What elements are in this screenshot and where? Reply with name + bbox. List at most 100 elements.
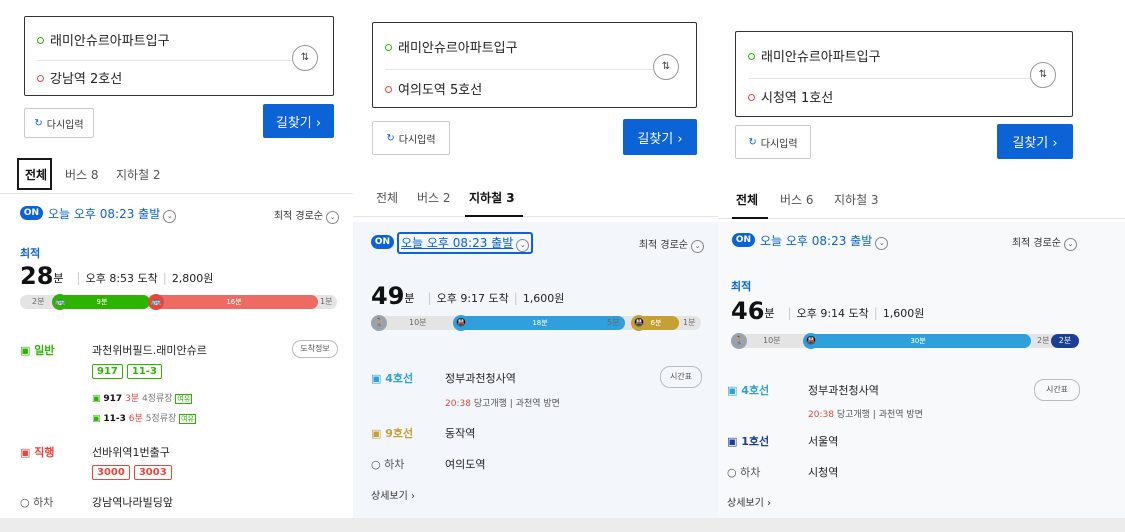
leg-stop: 과천위버필드.래미안슈르	[92, 344, 207, 357]
find-label: 길찾기 ›	[1012, 136, 1058, 151]
route-summary[interactable]: 46분 | 오후 9:14 도착 | 1,600원	[731, 297, 924, 325]
reset-button[interactable]: ↻ 다시입력	[372, 121, 450, 155]
leg-type: 일반	[34, 344, 55, 357]
get-off: ○ 하차	[727, 466, 761, 479]
route-number[interactable]: 917	[92, 364, 123, 379]
tab-all[interactable]: 전체	[736, 191, 758, 208]
leg-stop: 정부과천청사역	[445, 372, 516, 385]
route-summary[interactable]: 28분 | 오후 8:53 도착 | 2,800원	[20, 262, 213, 290]
tab-subway[interactable]: 지하철 2	[116, 166, 161, 183]
on-toggle[interactable]: ON	[20, 206, 43, 220]
dest-dot-icon	[385, 86, 392, 93]
tab-all[interactable]: 전체	[376, 189, 398, 206]
tab-bar: 전체 버스 6 지하철 3	[718, 179, 1125, 219]
bus-routes: 917 11-3	[92, 364, 162, 379]
reset-label: 다시입력	[760, 138, 798, 150]
swap-icon[interactable]: ⇅	[653, 54, 679, 80]
route-number[interactable]: 11-3	[126, 364, 162, 379]
detail-link[interactable]: 상세보기 ›	[727, 494, 771, 509]
chevron-down-icon: ⌄	[875, 237, 889, 250]
swap-icon[interactable]: ⇅	[1030, 62, 1056, 88]
arrival-time: 오후 9:14 도착	[796, 307, 869, 320]
dest-field[interactable]: 시청역 1호선	[748, 87, 833, 106]
on-toggle[interactable]: ON	[371, 235, 394, 249]
duration-unit: 분	[53, 272, 64, 285]
line-name: 4호선	[741, 384, 770, 397]
departure-time[interactable]: 오늘 오후 08:23 출발 ⌄	[397, 232, 534, 254]
train-arrival: 20:38 당고개행 | 과천역 방면	[445, 399, 560, 409]
sort-select[interactable]: 최적 경로순 ⌄	[1012, 234, 1077, 251]
bus-type-express: ▣ 직행	[20, 446, 55, 459]
segment-time: 30분	[910, 337, 926, 345]
bus-routes: 3000 3003	[92, 465, 172, 480]
options-row: ON 오늘 오후 08:23 출발 ⌄ 최적 경로순 ⌄	[718, 222, 1125, 262]
reset-button[interactable]: ↻ 다시입력	[735, 125, 811, 159]
tab-bus[interactable]: 버스 6	[780, 191, 814, 208]
reset-label: 다시입력	[398, 134, 436, 146]
tab-subway[interactable]: 지하철 3	[469, 189, 515, 206]
tab-bar: 전체 버스 8 지하철 2	[0, 154, 353, 194]
start-field[interactable]: 래미안슈르아파트입구	[748, 46, 881, 65]
refresh-icon: ↻	[386, 132, 395, 144]
walk-start-label: 2분	[32, 297, 45, 306]
find-label: 길찾기 ›	[275, 115, 322, 131]
on-toggle[interactable]: ON	[732, 233, 755, 247]
duration-minutes: 28	[20, 262, 54, 290]
leg-stop: 서울역	[808, 435, 839, 448]
subway-line-9: ▣ 9호선	[371, 427, 414, 440]
start-text: 래미안슈르아파트입구	[398, 41, 518, 56]
sort-text: 최적 경로순	[1011, 238, 1061, 249]
leg-stop: 정부과천청사역	[808, 384, 879, 397]
find-route-button[interactable]: 길찾기 ›	[623, 119, 697, 155]
dest-field[interactable]: 여의도역 5호선	[385, 79, 482, 98]
departure-text: 오늘 오후 08:23 출발	[401, 236, 514, 250]
chevron-down-icon: ⌄	[1064, 238, 1077, 251]
walk-label: 10분	[763, 336, 781, 345]
start-field[interactable]: 래미안슈르아파트입구	[385, 37, 518, 56]
tab-underline	[465, 215, 523, 217]
dest-dot-icon	[37, 75, 44, 82]
find-route-button[interactable]: 길찾기 ›	[263, 104, 334, 138]
sort-select[interactable]: 최적 경로순 ⌄	[274, 207, 339, 224]
bottom-shade	[0, 518, 1125, 532]
start-text: 래미안슈르아파트입구	[761, 50, 881, 65]
start-field[interactable]: 래미안슈르아파트입구	[37, 30, 170, 49]
bus-type-general: ▣ 일반	[20, 344, 55, 357]
route-panel-1: 래미안슈르아파트입구 강남역 2호선 ⇅ ↻ 다시입력 길찾기 › 전체 버스 8…	[0, 0, 353, 532]
arrival-info-button[interactable]: 도착정보	[292, 340, 338, 358]
get-off: ○ 하차	[20, 496, 54, 509]
swap-icon[interactable]: ⇅	[292, 45, 318, 71]
subway-icon: 🚇	[803, 333, 819, 349]
walk-label: 2분	[1037, 336, 1050, 345]
tab-subway[interactable]: 지하철 3	[834, 191, 879, 208]
tab-all[interactable]: 전체	[25, 166, 47, 183]
divider	[748, 78, 1048, 79]
detail-link[interactable]: 상세보기 ›	[371, 487, 415, 502]
departure-text: 오늘 오후 08:23 출발	[760, 234, 873, 248]
timetable-button[interactable]: 시간표	[660, 366, 702, 388]
route-number[interactable]: 3000	[92, 465, 130, 480]
duration-unit: 분	[764, 307, 775, 320]
departure-time[interactable]: 오늘 오후 08:23 출발 ⌄	[760, 232, 889, 250]
fare: 2,800원	[171, 272, 214, 285]
subway-segment-line4: 30분	[805, 334, 1031, 348]
chevron-down-icon: ⌄	[516, 239, 530, 252]
options-row: ON 오늘 오후 08:23 출발 ⌄ 최적 경로순 ⌄	[353, 222, 718, 262]
departure-time[interactable]: 오늘 오후 08:23 출발 ⌄	[48, 205, 177, 223]
line-name: 4호선	[385, 372, 414, 385]
sort-select[interactable]: 최적 경로순 ⌄	[639, 236, 704, 253]
find-route-button[interactable]: 길찾기 ›	[997, 124, 1073, 159]
dest-field[interactable]: 강남역 2호선	[37, 68, 122, 87]
timetable-button[interactable]: 시간표	[1034, 379, 1080, 401]
start-dot-icon	[385, 44, 392, 51]
route-number[interactable]: 3003	[133, 465, 172, 480]
tab-bus[interactable]: 버스 8	[65, 166, 99, 183]
start-dot-icon	[748, 53, 755, 60]
segment-time: 18분	[532, 319, 548, 327]
reset-button[interactable]: ↻ 다시입력	[24, 108, 94, 138]
tab-bus[interactable]: 버스 2	[417, 189, 451, 206]
route-panel-3: 래미안슈르아파트입구 시청역 1호선 ⇅ ↻ 다시입력 길찾기 › 전체 버스 6…	[718, 0, 1125, 532]
off-stop: 강남역나라빌딩앞	[92, 496, 173, 509]
walk-end-label: 1분	[683, 318, 696, 327]
route-summary[interactable]: 49분 | 오후 9:17 도착 | 1,600원	[371, 282, 564, 310]
